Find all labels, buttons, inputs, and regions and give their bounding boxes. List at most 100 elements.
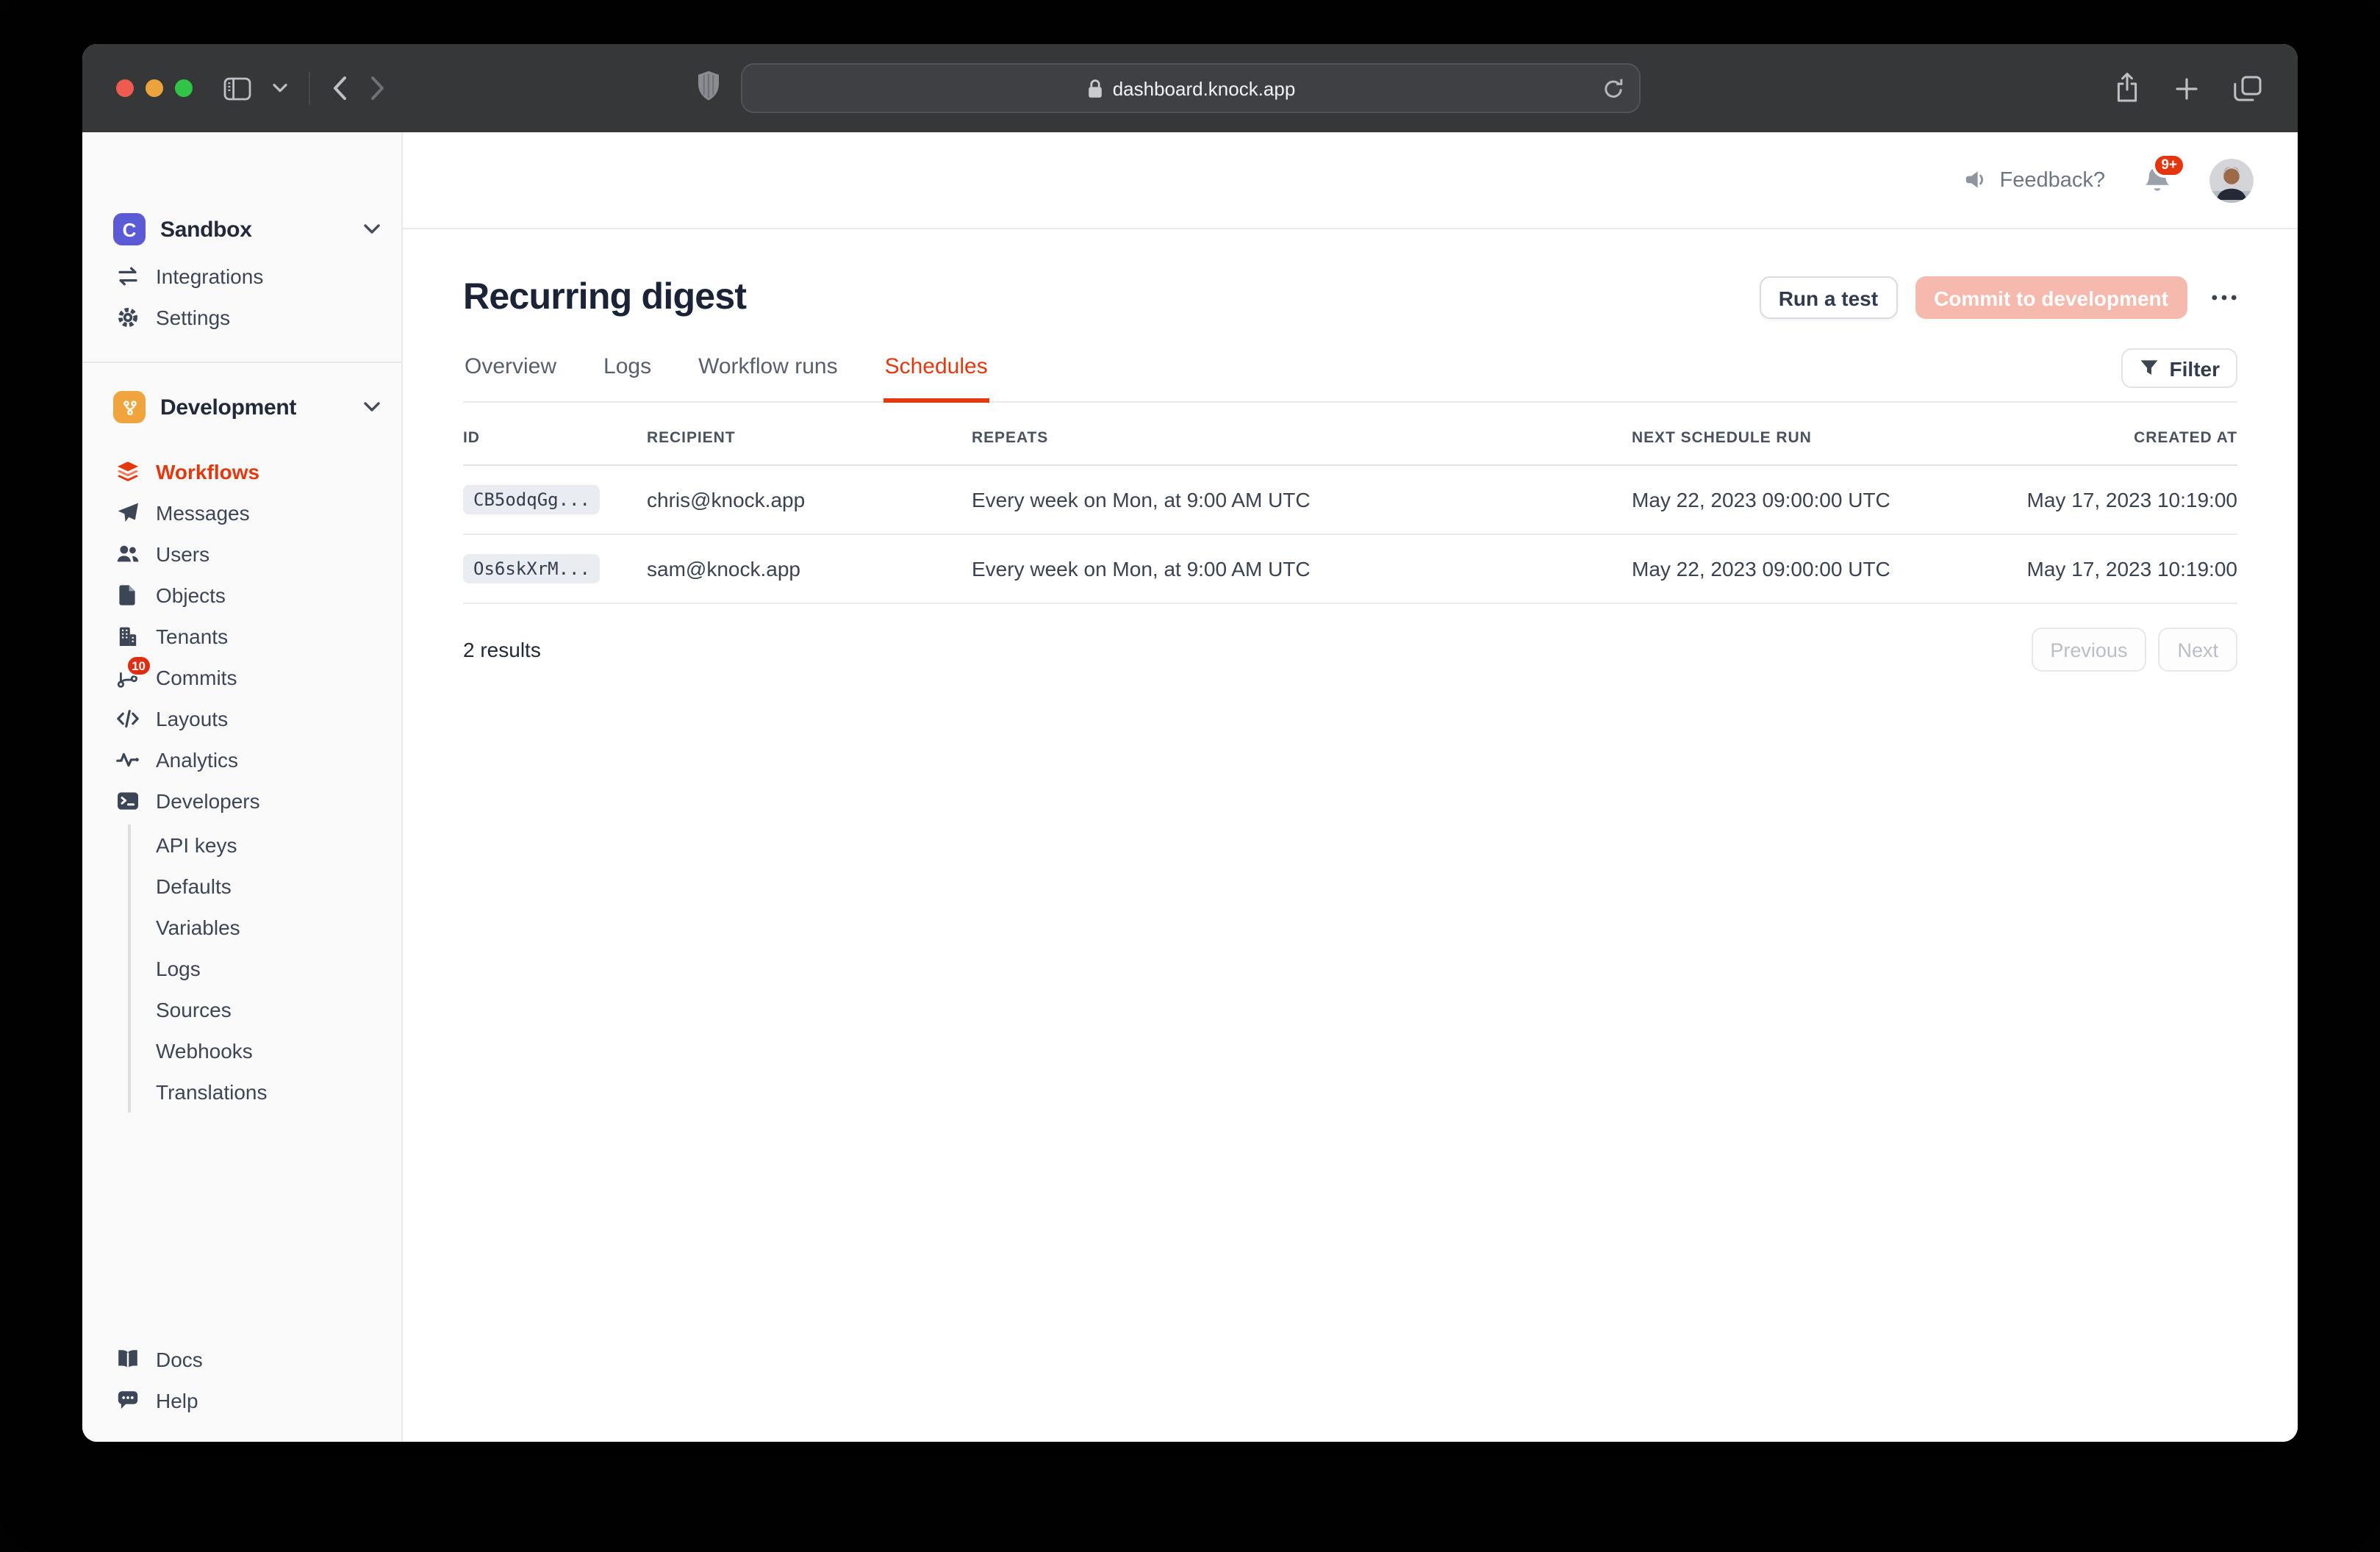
building-icon — [116, 625, 140, 648]
environment-name: Development — [160, 395, 348, 420]
column-header-repeats: REPEATS — [972, 403, 1632, 465]
main-area: Feedback? 9+ Recurring digest — [403, 132, 2298, 1442]
tab-workflow-runs[interactable]: Workflow runs — [697, 340, 839, 403]
previous-page-button[interactable]: Previous — [2031, 628, 2146, 672]
privacy-shield-icon[interactable] — [694, 68, 723, 106]
sidebar-subitem-logs[interactable]: Logs — [131, 948, 401, 989]
desktop-background: dashboard.knock.app — [0, 0, 2380, 1552]
created-at-cell: May 17, 2023 10:19:00 — [1999, 534, 2237, 603]
browser-titlebar: dashboard.knock.app — [82, 44, 2298, 132]
environment-logo — [113, 391, 146, 423]
close-window-button[interactable] — [116, 79, 134, 97]
sidebar-divider — [82, 362, 401, 363]
sidebar-item-label: Help — [156, 1389, 198, 1412]
filter-label: Filter — [2170, 356, 2220, 380]
address-bar[interactable]: dashboard.knock.app — [741, 63, 1641, 113]
sidebar-subitem-sources[interactable]: Sources — [131, 989, 401, 1030]
table-header-row: ID RECIPIENT REPEATS NEXT SCHEDULE RUN C… — [463, 403, 2237, 465]
sidebar-subitem-label: Defaults — [156, 874, 232, 898]
schedules-table: ID RECIPIENT REPEATS NEXT SCHEDULE RUN C… — [463, 403, 2237, 604]
sidebar-item-label: Docs — [156, 1348, 203, 1371]
sidebar-item-label: Tenants — [156, 625, 228, 648]
sidebar-item-label: Layouts — [156, 707, 228, 730]
recipient-cell: chris@knock.app — [647, 465, 972, 534]
toolbar-divider — [309, 72, 310, 104]
notifications-button[interactable]: 9+ — [2143, 165, 2171, 195]
commits-count-badge: 10 — [126, 655, 151, 676]
column-header-created-at: CREATED AT — [1999, 403, 2237, 465]
tab-overview[interactable]: Overview — [463, 340, 558, 403]
commit-to-development-button[interactable]: Commit to development — [1915, 276, 2187, 319]
environment-switcher[interactable]: Development — [82, 381, 401, 434]
feedback-button[interactable]: Feedback? — [1965, 168, 2106, 192]
back-button[interactable] — [331, 75, 348, 101]
sidebar-item-settings[interactable]: Settings — [82, 297, 401, 338]
account-switcher[interactable]: C Sandbox — [82, 203, 401, 256]
tab-overview-icon[interactable] — [2233, 74, 2262, 102]
sidebar-subitem-label: Translations — [156, 1080, 268, 1104]
sidebar-item-label: Settings — [156, 306, 230, 329]
sidebar-item-objects[interactable]: Objects — [82, 575, 401, 616]
sidebar-item-layouts[interactable]: Layouts — [82, 698, 401, 739]
next-page-button[interactable]: Next — [2158, 628, 2237, 672]
filter-button[interactable]: Filter — [2121, 348, 2237, 388]
created-at-cell: May 17, 2023 10:19:00 — [1999, 465, 2237, 534]
sidebar-toggle-icon[interactable] — [223, 76, 251, 101]
sidebar-subitem-api-keys[interactable]: API keys — [131, 824, 401, 866]
user-avatar[interactable] — [2209, 158, 2254, 202]
tab-schedules[interactable]: Schedules — [883, 340, 989, 403]
sidebar-subitem-defaults[interactable]: Defaults — [131, 866, 401, 907]
sidebar-item-help[interactable]: Help — [82, 1380, 401, 1421]
schedule-id-chip[interactable]: Os6skXrM... — [463, 554, 601, 583]
minimize-window-button[interactable] — [146, 79, 163, 97]
swap-arrows-icon — [116, 265, 140, 288]
sidebar-item-tenants[interactable]: Tenants — [82, 616, 401, 657]
share-icon[interactable] — [2114, 72, 2140, 104]
book-icon — [116, 1348, 140, 1371]
run-a-test-button[interactable]: Run a test — [1760, 276, 1897, 319]
refresh-icon[interactable] — [1602, 76, 1624, 101]
column-header-id: ID — [463, 403, 647, 465]
users-icon — [116, 542, 140, 566]
sidebar-item-commits[interactable]: 10 Commits — [82, 657, 401, 698]
chat-bubble-icon — [116, 1389, 140, 1412]
table-row[interactable]: Os6skXrM... sam@knock.app Every week on … — [463, 534, 2237, 603]
sidebar-item-analytics[interactable]: Analytics — [82, 739, 401, 780]
sidebar-item-label: Objects — [156, 583, 226, 607]
next-run-cell: May 22, 2023 09:00:00 UTC — [1632, 534, 1999, 603]
sidebar-subitem-webhooks[interactable]: Webhooks — [131, 1030, 401, 1071]
sidebar-item-integrations[interactable]: Integrations — [82, 256, 401, 297]
forward-button[interactable] — [369, 75, 387, 101]
new-tab-icon[interactable] — [2174, 76, 2199, 101]
more-actions-button[interactable] — [2211, 294, 2237, 301]
sidebar-item-workflows[interactable]: Workflows — [82, 451, 401, 492]
sidebar-item-developers[interactable]: Developers — [82, 780, 401, 822]
sidebar-item-label: Commits — [156, 666, 237, 689]
schedule-id-chip[interactable]: CB5odqGg... — [463, 485, 601, 514]
results-count: 2 results — [463, 638, 2031, 661]
sidebar-item-docs[interactable]: Docs — [82, 1339, 401, 1380]
chevron-down-icon[interactable] — [272, 82, 288, 94]
notification-count-badge: 9+ — [2152, 153, 2186, 178]
sidebar-item-messages[interactable]: Messages — [82, 492, 401, 534]
chevron-down-icon — [363, 223, 381, 235]
sidebar-item-label: Users — [156, 542, 209, 566]
sidebar: C Sandbox Integrations — [82, 132, 403, 1442]
sidebar-item-label: Integrations — [156, 265, 263, 288]
sidebar-item-label: Workflows — [156, 460, 259, 484]
next-run-cell: May 22, 2023 09:00:00 UTC — [1632, 465, 1999, 534]
lock-icon — [1086, 77, 1104, 99]
sidebar-subitem-translations[interactable]: Translations — [131, 1071, 401, 1113]
sidebar-subitem-variables[interactable]: Variables — [131, 907, 401, 948]
tab-logs[interactable]: Logs — [602, 340, 653, 403]
pulse-icon — [116, 748, 140, 772]
repeats-cell: Every week on Mon, at 9:00 AM UTC — [972, 534, 1632, 603]
zoom-window-button[interactable] — [175, 79, 193, 97]
table-row[interactable]: CB5odqGg... chris@knock.app Every week o… — [463, 465, 2237, 534]
account-logo: C — [113, 213, 146, 245]
layers-icon — [116, 460, 140, 484]
tabs-bar: Overview Logs Workflow runs Schedules Fi… — [463, 340, 2237, 403]
account-name: Sandbox — [160, 217, 348, 242]
sidebar-item-label: Analytics — [156, 748, 238, 772]
sidebar-item-users[interactable]: Users — [82, 534, 401, 575]
